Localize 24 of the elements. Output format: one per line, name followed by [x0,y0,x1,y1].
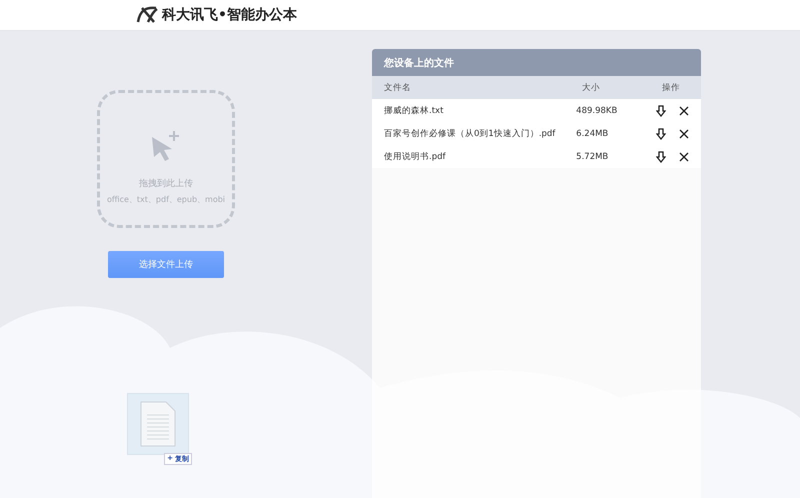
file-size: 5.72MB [576,152,610,162]
drop-title: 拖拽到此上传 [139,178,193,190]
download-icon[interactable] [654,150,668,164]
file-size: 489.98KB [576,106,618,116]
brand-name: 科大讯飞•智能办公本 [162,6,297,24]
file-row[interactable]: 使用说明书.pdf 5.72MB [372,145,701,168]
document-icon [140,401,176,447]
file-name: 百家号创作必修课（从0到1快速入门）.pdf [384,128,556,140]
download-icon[interactable] [654,126,668,140]
format-list: office、txt、pdf、epub、mobi [106,194,226,205]
file-row[interactable]: 挪威的森林.txt 489.98KB [372,99,701,122]
panel-title: 您设备上的文件 [372,49,701,76]
file-size: 6.24MB [576,128,610,138]
file-row[interactable]: 百家号创作必修课（从0到1快速入门）.pdf 6.24MB [372,122,701,145]
column-header: 文件名 [384,82,412,94]
column-header: 操作 [662,82,680,94]
close-icon[interactable] [677,126,691,140]
download-icon[interactable] [654,104,668,118]
close-icon[interactable] [677,150,691,164]
logo-icon [136,6,158,24]
file-name: 使用说明书.pdf [384,150,447,162]
column-header: 大小 [582,82,601,94]
file-name: 挪威的森林.txt [384,104,444,116]
close-icon[interactable] [677,104,691,118]
